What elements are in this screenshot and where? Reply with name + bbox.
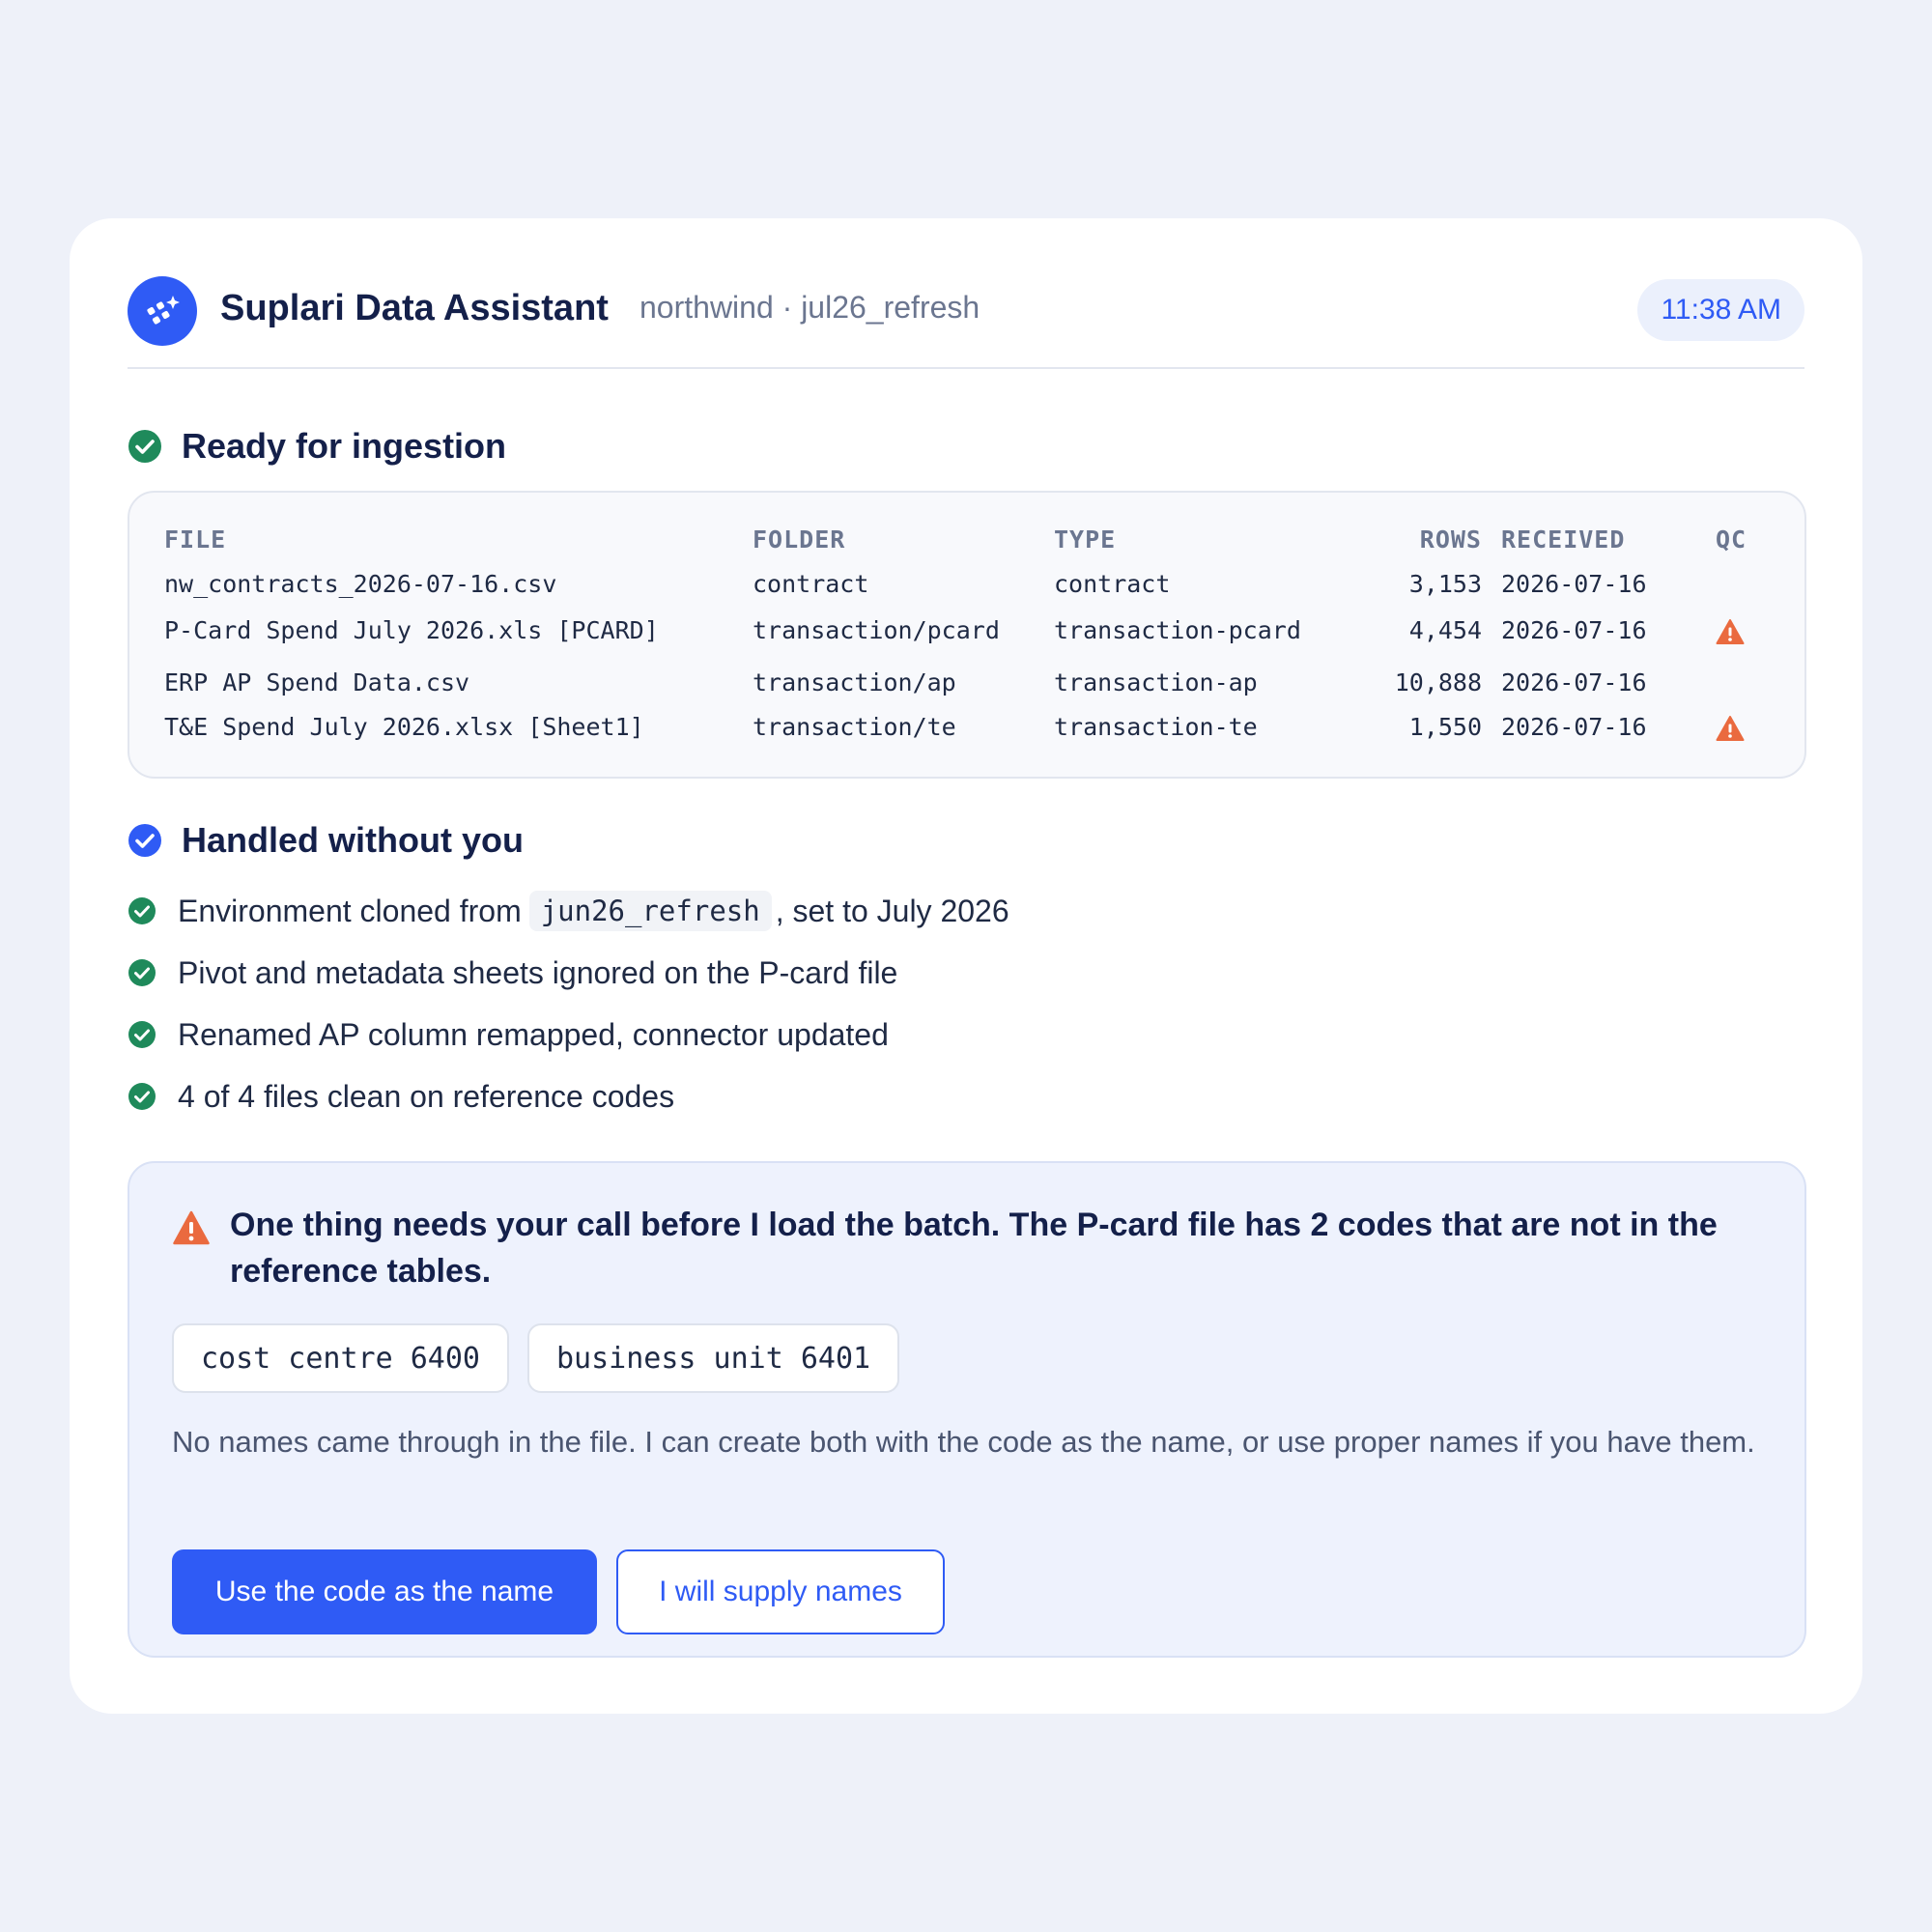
qc-warning-icon — [1716, 715, 1745, 742]
unknown-code-chip: business unit 6401 — [527, 1323, 900, 1393]
list-item-text-after: , set to July 2026 — [775, 893, 1009, 928]
row-3-folder: transaction/ap — [753, 668, 956, 696]
check-circle-icon — [128, 896, 156, 925]
check-circle-icon — [128, 429, 162, 464]
check-circle-icon — [128, 1020, 156, 1049]
handled-section-heading: Handled without you — [128, 819, 524, 862]
column-header-received: RECEIVED — [1501, 526, 1626, 554]
row-4-received: 2026-07-16 — [1501, 713, 1647, 741]
callout-body: No names came through in the file. I can… — [172, 1425, 1755, 1459]
check-circle-icon — [128, 823, 162, 858]
column-header-rows: ROWS — [1419, 526, 1482, 554]
list-item: Environment cloned from jun26_refresh , … — [128, 887, 1009, 935]
handled-heading-text: Handled without you — [182, 820, 524, 860]
sparkle-icon — [128, 276, 197, 346]
use-code-as-name-button[interactable]: Use the code as the name — [172, 1549, 597, 1634]
row-3-file: ERP AP Spend Data.csv — [164, 668, 470, 696]
timestamp-badge: 11:38 AM — [1637, 279, 1804, 341]
row-2-file: P-Card Spend July 2026.xls [PCARD] — [164, 616, 659, 644]
row-2-folder: transaction/pcard — [753, 616, 1000, 644]
row-3-rows: 10,888 — [1394, 668, 1482, 696]
row-4-file: T&E Spend July 2026.xlsx [Sheet1] — [164, 713, 644, 741]
row-1-type: contract — [1054, 570, 1171, 598]
assistant-title: Suplari Data Assistant — [220, 288, 609, 328]
list-item-text: Renamed AP column remapped, connector up… — [178, 1016, 889, 1052]
list-item-text: 4 of 4 files clean on reference codes — [178, 1078, 675, 1114]
check-circle-icon — [128, 1082, 156, 1111]
row-2-type: transaction-pcard — [1054, 616, 1301, 644]
row-1-received: 2026-07-16 — [1501, 570, 1647, 598]
unknown-code-chip: cost centre 6400 — [172, 1323, 509, 1393]
row-2-received: 2026-07-16 — [1501, 616, 1647, 644]
column-header-folder: FOLDER — [753, 526, 846, 554]
row-2-rows: 4,454 — [1408, 616, 1482, 644]
row-4-folder: transaction/te — [753, 713, 956, 741]
ingestion-table: FILE FOLDER TYPE ROWS RECEIVED QC nw_con… — [128, 491, 1806, 779]
assistant-card: Suplari Data Assistant northwind · jul26… — [70, 218, 1862, 1714]
row-4-rows: 1,550 — [1408, 713, 1482, 741]
list-item-text: Pivot and metadata sheets ignored on the… — [178, 954, 898, 990]
row-1-folder: contract — [753, 570, 869, 598]
environment-subtitle: northwind · jul26_refresh — [639, 290, 980, 325]
qc-warning-icon — [1716, 618, 1745, 645]
row-3-type: transaction-ap — [1054, 668, 1258, 696]
source-environment-code: jun26_refresh — [528, 891, 772, 931]
callout-title: One thing needs your call before I load … — [230, 1207, 1718, 1290]
list-item-text: Environment cloned from jun26_refresh , … — [178, 891, 1009, 931]
supply-names-button[interactable]: I will supply names — [616, 1549, 945, 1634]
list-item: Renamed AP column remapped, connector up… — [128, 1010, 889, 1059]
list-item: 4 of 4 files clean on reference codes — [128, 1072, 674, 1121]
list-item-text-before: Environment cloned from — [178, 893, 522, 928]
warning-icon — [172, 1209, 211, 1246]
row-3-received: 2026-07-16 — [1501, 668, 1647, 696]
row-4-type: transaction-te — [1054, 713, 1258, 741]
row-1-file: nw_contracts_2026-07-16.csv — [164, 570, 557, 598]
decision-callout: One thing needs your call before I load … — [128, 1161, 1806, 1658]
check-circle-icon — [128, 958, 156, 987]
row-1-rows: 3,153 — [1408, 570, 1482, 598]
ready-heading-text: Ready for ingestion — [182, 426, 507, 466]
card-header: Suplari Data Assistant northwind · jul26… — [128, 276, 1804, 369]
column-header-file: FILE — [164, 526, 227, 554]
column-header-qc: QC — [1716, 526, 1747, 554]
ready-section-heading: Ready for ingestion — [128, 425, 506, 468]
list-item: Pivot and metadata sheets ignored on the… — [128, 949, 897, 997]
column-header-type: TYPE — [1054, 526, 1117, 554]
